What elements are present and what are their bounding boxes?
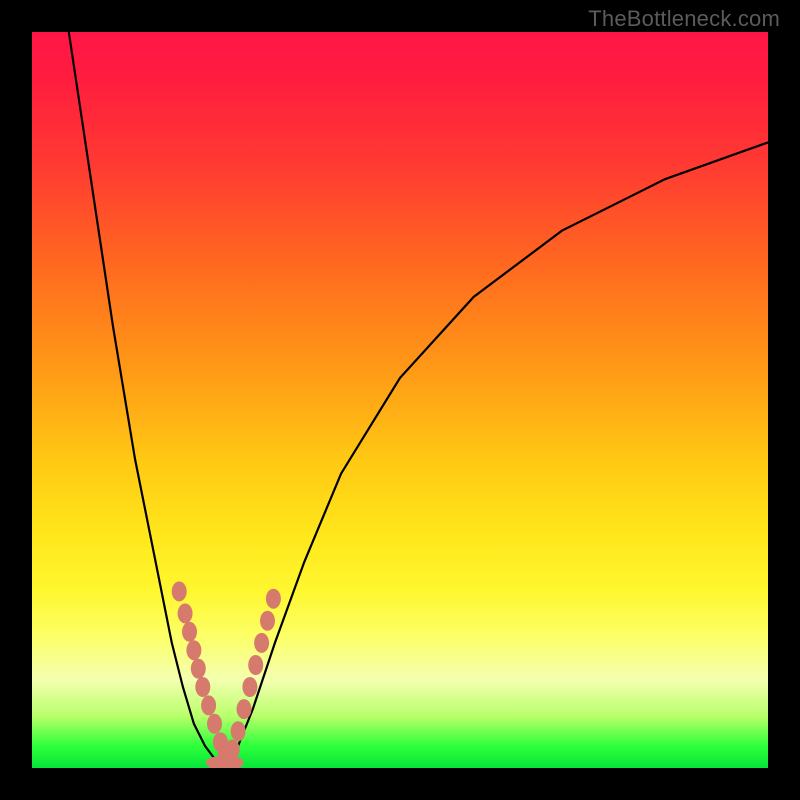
bead: [186, 640, 201, 660]
plot-area: [32, 32, 768, 768]
chart-svg: [32, 32, 768, 768]
bead: [260, 611, 275, 631]
left-curve: [69, 32, 224, 768]
bead: [191, 659, 206, 679]
bead: [225, 740, 240, 760]
bead: [231, 721, 246, 741]
bead: [266, 589, 281, 609]
right-curve: [223, 142, 768, 768]
outer-frame: TheBottleneck.com: [0, 0, 800, 800]
bead: [172, 581, 187, 601]
bead: [178, 603, 193, 623]
bead: [237, 699, 252, 719]
watermark-text: TheBottleneck.com: [588, 6, 780, 32]
bead: [201, 695, 216, 715]
bead: [254, 633, 269, 653]
bead: [242, 677, 257, 697]
bead: [248, 655, 263, 675]
bead: [182, 622, 197, 642]
bead: [195, 677, 210, 697]
bead: [207, 714, 222, 734]
